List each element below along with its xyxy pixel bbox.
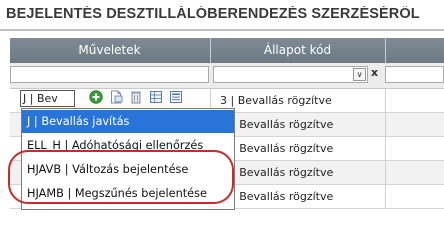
page-title: BEJELENTÉS DESZTILLÁLÓBERENDEZÉS SZERZÉS…	[6, 6, 420, 22]
status-filter-select[interactable]: ∨	[213, 66, 368, 83]
chevron-down-icon[interactable]: ∨	[353, 68, 366, 81]
title-underline	[0, 29, 444, 31]
filter-row: ∨ x	[10, 63, 444, 89]
status-cell: | Bevallás rögzítve	[232, 118, 334, 131]
status-cell: | Bevallás rögzítve	[232, 166, 334, 179]
report-icon[interactable]	[169, 90, 183, 104]
table-icon[interactable]	[149, 90, 163, 104]
dropdown-option-j[interactable]: J | Bevallás javítás	[22, 110, 234, 133]
add-icon[interactable]	[89, 90, 103, 104]
status-cell: | Bevallás rögzítve	[232, 190, 334, 203]
column-header-actions[interactable]: Műveletek	[10, 38, 209, 63]
next-column-filter-input[interactable]	[385, 66, 444, 83]
highlight-annotation	[8, 150, 234, 204]
grid-header: Műveletek Állapot kód	[10, 38, 444, 63]
status-cell: | Bevallás rögzítve	[232, 142, 334, 155]
delete-icon[interactable]	[129, 90, 143, 104]
clear-filter-button[interactable]: x	[371, 66, 378, 79]
row-action-select[interactable]: J | Bev	[20, 90, 75, 107]
actions-filter-input[interactable]	[10, 66, 209, 83]
document-icon[interactable]	[109, 90, 123, 104]
status-cell: 3 | Bevallás rögzítve	[220, 94, 332, 107]
column-header-status-code[interactable]: Állapot kód	[211, 38, 384, 63]
